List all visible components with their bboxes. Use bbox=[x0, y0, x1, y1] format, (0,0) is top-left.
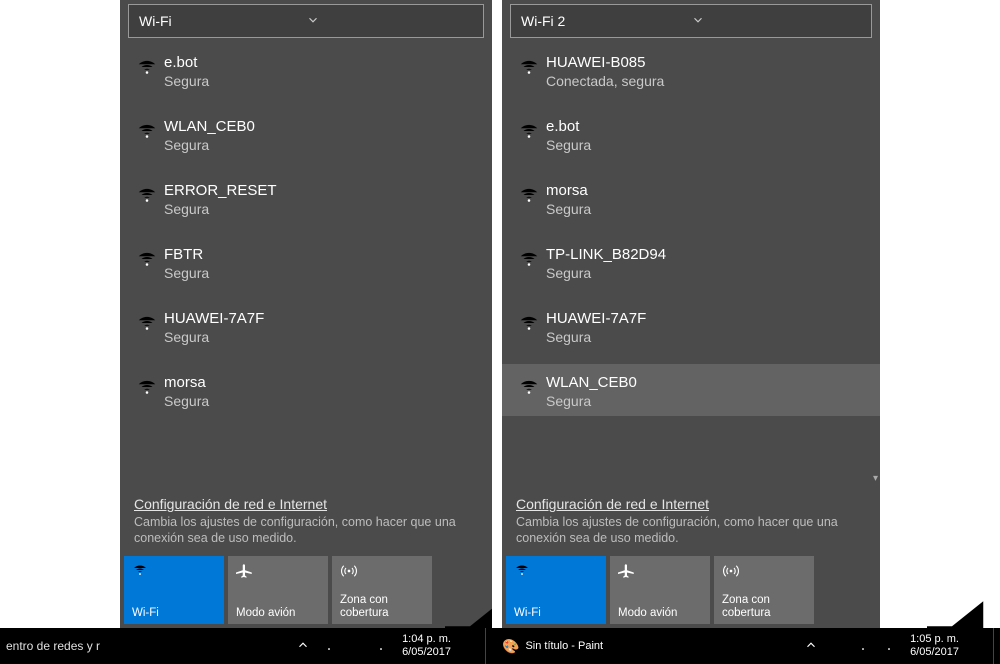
wifi-tile[interactable]: Wi-Fi bbox=[124, 556, 224, 624]
wifi-icon bbox=[512, 246, 546, 273]
wifi-icon bbox=[512, 310, 546, 337]
wifi-adapter-dropdown[interactable]: Wi-Fi bbox=[128, 4, 484, 38]
wifi-network-item[interactable]: ERROR_RESETSegura bbox=[120, 172, 492, 236]
taskbar: 🎨 Sin título - Paint 1:05 p. m. 6/05/201… bbox=[492, 628, 1000, 664]
wifi-icon bbox=[130, 118, 164, 145]
wifi-icon bbox=[130, 182, 164, 209]
wifi-network-item[interactable]: HUAWEI-B085Conectada, segura bbox=[502, 44, 880, 108]
wifi-network-item[interactable]: e.botSegura bbox=[120, 44, 492, 108]
hotspot-tile[interactable]: Zona con cobertura bbox=[714, 556, 814, 624]
wifi-icon bbox=[512, 118, 546, 145]
network-settings-link[interactable]: Configuración de red e Internet Cambia l… bbox=[120, 486, 492, 556]
paint-app-icon[interactable]: 🎨 bbox=[502, 638, 519, 655]
hotspot-icon bbox=[722, 562, 808, 582]
wifi-network-item[interactable]: WLAN_CEB0Segura bbox=[502, 364, 880, 416]
wifi-icon bbox=[514, 562, 600, 582]
airplane-icon bbox=[618, 562, 704, 582]
show-desktop-button[interactable] bbox=[485, 628, 492, 664]
show-desktop-button[interactable] bbox=[993, 628, 1000, 664]
wifi-network-item[interactable]: morsaSegura bbox=[502, 172, 880, 236]
tray-clock[interactable]: 1:05 p. m. 6/05/2017 bbox=[902, 633, 967, 659]
chevron-down-icon bbox=[306, 13, 473, 30]
chevron-down-icon bbox=[691, 13, 861, 30]
tray-volume-icon[interactable] bbox=[824, 570, 850, 664]
airplane-icon bbox=[236, 562, 322, 582]
taskbar: entro de redes y r 1:04 p. m. 6/05/2017 bbox=[0, 628, 492, 664]
wifi-icon bbox=[512, 54, 546, 81]
wifi-network-item[interactable]: morsaSegura bbox=[120, 364, 492, 416]
adapter-label: Wi-Fi bbox=[139, 13, 306, 29]
taskbar-app[interactable]: Sin título - Paint bbox=[525, 628, 609, 664]
taskbar-app[interactable]: entro de redes y r bbox=[0, 628, 106, 664]
scroll-down-icon[interactable]: ▾ bbox=[873, 473, 878, 484]
wifi-icon bbox=[512, 182, 546, 209]
tray-chevron-icon[interactable] bbox=[798, 638, 824, 655]
tray-volume-icon[interactable] bbox=[342, 570, 368, 664]
network-settings-link[interactable]: Configuración de red e Internet Cambia l… bbox=[502, 486, 880, 556]
wifi-network-item[interactable]: HUAWEI-7A7FSegura bbox=[502, 300, 880, 364]
action-center-icon[interactable] bbox=[459, 570, 485, 664]
airplane-mode-tile[interactable]: Modo avión bbox=[228, 556, 328, 624]
wifi-icon bbox=[132, 562, 218, 582]
tray-wifi-icon[interactable] bbox=[850, 637, 876, 656]
tray-wifi2-icon[interactable] bbox=[876, 637, 902, 656]
airplane-mode-tile[interactable]: Modo avión bbox=[610, 556, 710, 624]
adapter-label: Wi-Fi 2 bbox=[521, 13, 691, 29]
wifi-icon bbox=[130, 54, 164, 81]
wifi-icon bbox=[130, 246, 164, 273]
wifi-network-item[interactable]: WLAN_CEB0Segura bbox=[120, 108, 492, 172]
wifi-icon bbox=[130, 374, 164, 401]
wifi-icon bbox=[130, 310, 164, 337]
wifi-network-list: e.botSegura WLAN_CEB0Segura ERROR_RESETS… bbox=[120, 44, 492, 486]
tray-wifi-icon[interactable] bbox=[316, 637, 342, 656]
wifi-network-item[interactable]: FBTRSegura bbox=[120, 236, 492, 300]
wifi-network-item[interactable]: TP-LINK_B82D94Segura bbox=[502, 236, 880, 300]
wifi-tile[interactable]: Wi-Fi bbox=[506, 556, 606, 624]
action-center-icon[interactable] bbox=[967, 570, 993, 664]
wifi-network-item[interactable]: e.botSegura bbox=[502, 108, 880, 172]
wifi-network-item[interactable]: HUAWEI-7A7FSegura bbox=[120, 300, 492, 364]
tray-wifi2-icon[interactable] bbox=[368, 637, 394, 656]
wifi-network-list: HUAWEI-B085Conectada, segura e.botSegura… bbox=[502, 44, 880, 486]
wifi-icon bbox=[512, 374, 546, 401]
tray-clock[interactable]: 1:04 p. m. 6/05/2017 bbox=[394, 633, 459, 659]
wifi-adapter-dropdown[interactable]: Wi-Fi 2 bbox=[510, 4, 872, 38]
tray-chevron-icon[interactable] bbox=[290, 638, 316, 655]
